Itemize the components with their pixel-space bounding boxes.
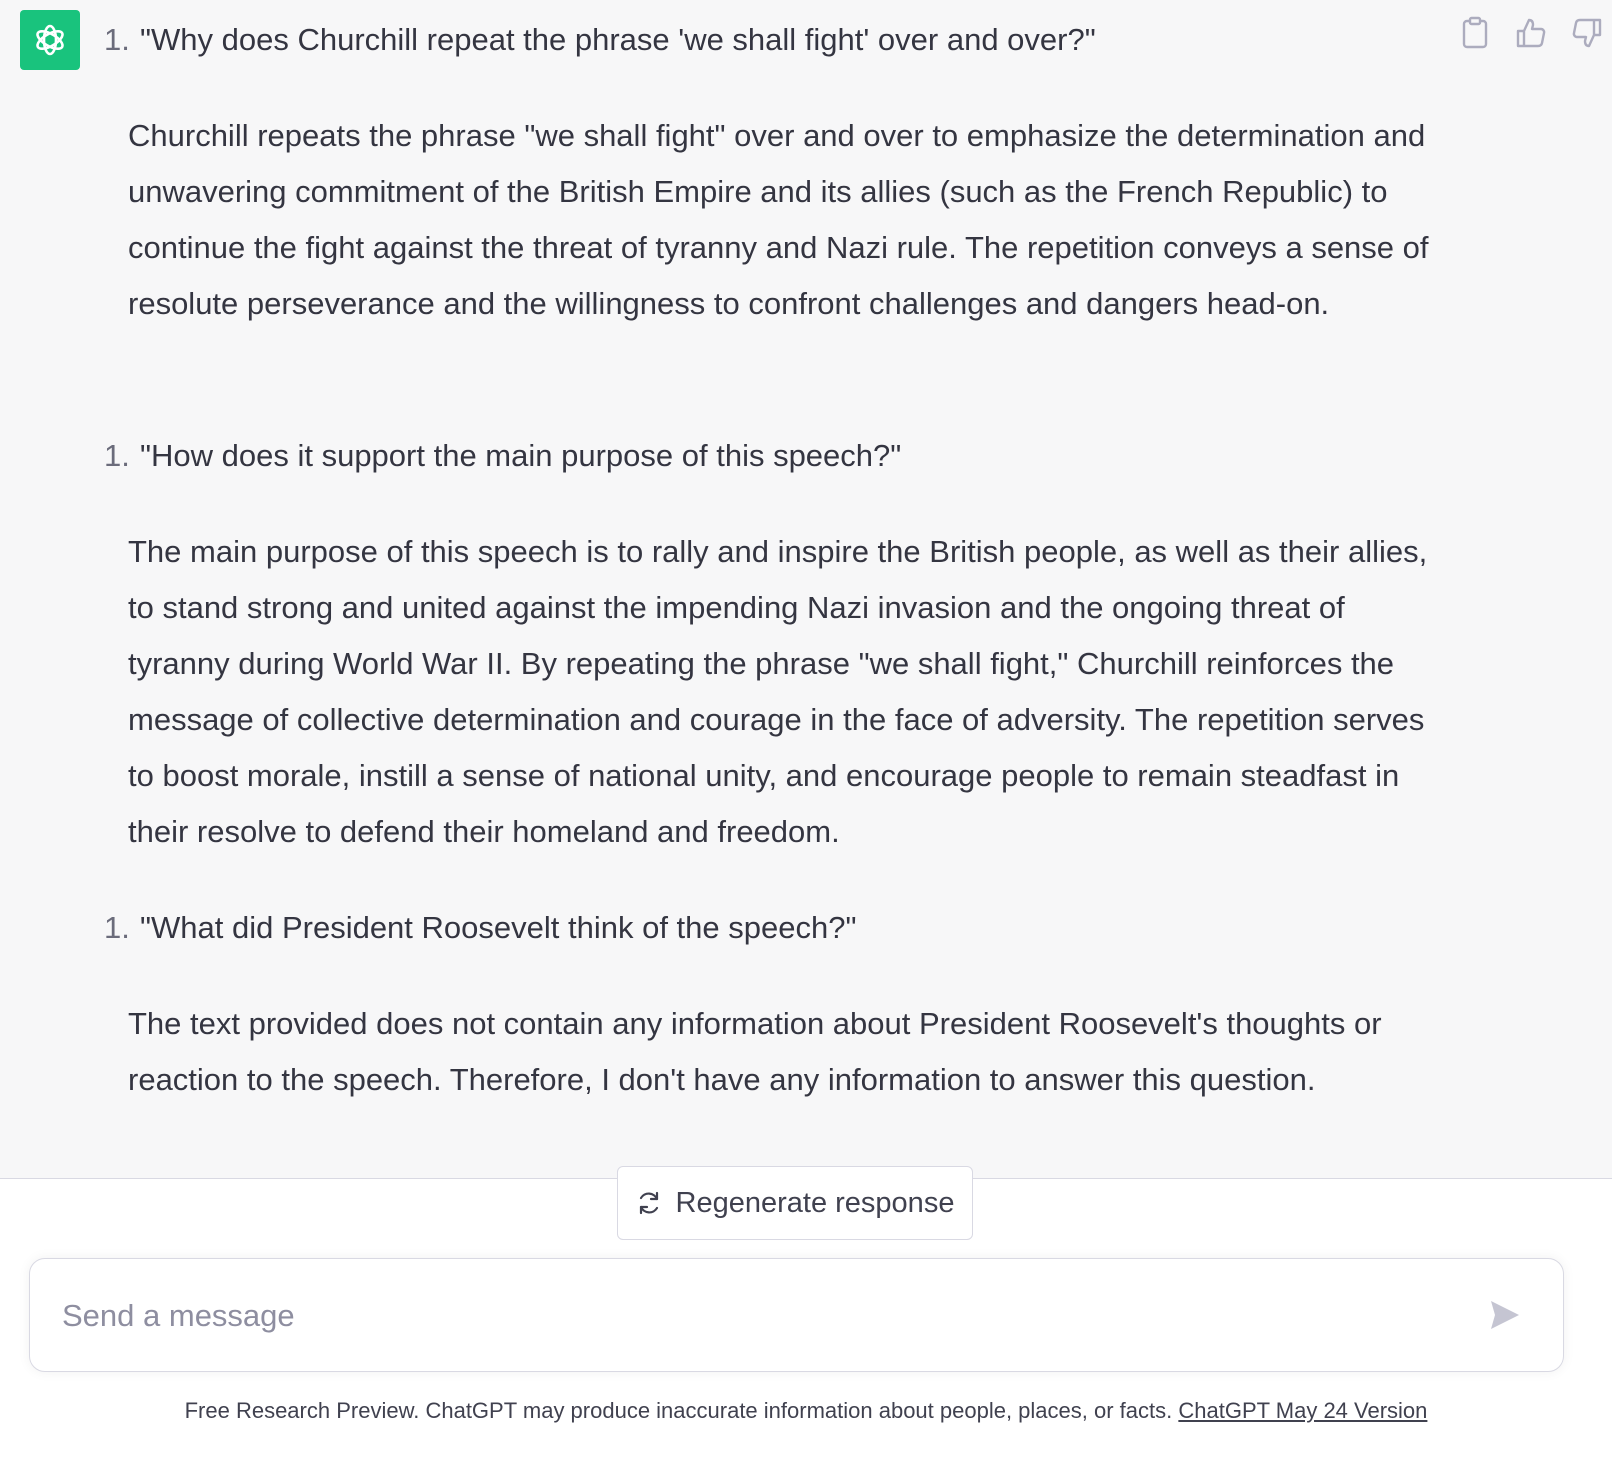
send-icon [1491, 1301, 1519, 1329]
thumbs-down-icon [1572, 18, 1602, 48]
answer-paragraph: The main purpose of this speech is to ra… [128, 534, 1428, 849]
question-text: "How does it support the main purpose of… [140, 438, 902, 473]
answer-paragraph: The text provided does not contain any i… [128, 1006, 1382, 1097]
chat-thread: 1. "Why does Churchill repeat the phrase … [0, 0, 1612, 1178]
list-number: 1. [104, 438, 130, 473]
version-link[interactable]: ChatGPT May 24 Version [1178, 1398, 1427, 1423]
disclaimer-text: Free Research Preview. ChatGPT may produ… [184, 1398, 1179, 1423]
send-button[interactable] [1483, 1293, 1527, 1337]
thumbs-up-icon [1516, 18, 1546, 48]
answer-paragraph: Churchill repeats the phrase "we shall f… [128, 118, 1429, 321]
assistant-avatar [20, 10, 80, 70]
message-input[interactable] [60, 1287, 1444, 1345]
list-number: 1. [104, 910, 130, 945]
question-item: 1. "Why does Churchill repeat the phrase … [104, 20, 1484, 60]
question-item: 1. "How does it support the main purpose … [104, 436, 1484, 476]
thumbs-down-button[interactable] [1570, 16, 1604, 50]
question-item: 1. "What did President Roosevelt think of… [104, 908, 1484, 948]
openai-logo-icon [36, 24, 64, 56]
regenerate-label: Regenerate response [675, 1186, 955, 1219]
question-text: "What did President Roosevelt think of t… [140, 910, 857, 945]
thumbs-up-button[interactable] [1514, 16, 1548, 50]
refresh-icon [639, 1191, 658, 1215]
list-number: 1. [104, 22, 130, 57]
message-composer [29, 1258, 1564, 1372]
question-text: "Why does Churchill repeat the phrase 'w… [140, 22, 1096, 57]
disclaimer: Free Research Preview. ChatGPT may produ… [0, 1398, 1612, 1424]
regenerate-response-button[interactable]: Regenerate response [617, 1166, 973, 1240]
